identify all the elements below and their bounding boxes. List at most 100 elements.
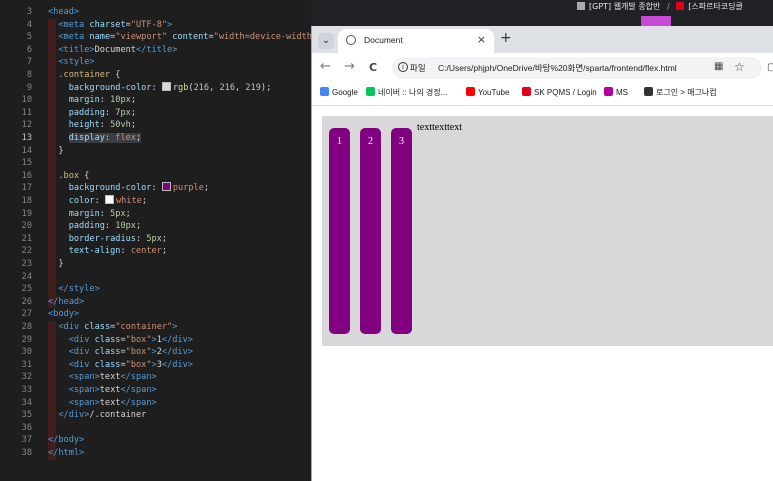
bookmark-item[interactable]: MS <box>604 87 628 97</box>
address-bar[interactable]: i 파일 C:/Users/phjph/OneDrive/바탕%20화면/spa… <box>392 57 762 79</box>
bookmark-label: MS <box>616 88 628 97</box>
code-text[interactable]: <div class="box">3</div> <box>48 359 193 372</box>
reload-button[interactable]: C <box>369 61 377 74</box>
code-text[interactable]: </html> <box>48 447 84 460</box>
code-line[interactable]: 25 </style> <box>0 283 311 296</box>
code-line[interactable]: 22 text-align: center; <box>0 245 311 258</box>
info-icon[interactable]: i <box>398 62 408 72</box>
code-line[interactable]: 21 border-radius: 5px; <box>0 233 311 246</box>
code-line[interactable]: 37 </body> <box>0 434 311 447</box>
code-line[interactable]: 38 </html> <box>0 447 311 460</box>
code-text[interactable]: <head> <box>48 6 79 19</box>
code-text[interactable]: <meta charset="UTF-8"> <box>48 19 172 32</box>
code-text[interactable]: <meta name="viewport" content="width=dev… <box>48 31 311 44</box>
code-text[interactable]: </div>/.container <box>48 409 146 422</box>
code-editor[interactable]: 3 <head> 4 <meta charset="UTF-8"> 5 <meta n… <box>0 0 311 481</box>
bookmark-item[interactable]: SK PQMS / Login <box>522 87 597 97</box>
bookmark-item[interactable]: Google <box>320 87 358 97</box>
code-line[interactable]: 34 <span>text</span> <box>0 397 311 410</box>
code-line[interactable]: 15 <box>0 157 311 170</box>
tab-document[interactable]: Document × <box>338 29 494 53</box>
url-text[interactable]: C:/Users/phjph/OneDrive/바탕%20화면/sparta/f… <box>438 62 677 74</box>
code-line[interactable]: 31 <div class="box">3</div> <box>0 359 311 372</box>
code-text[interactable]: <span>text</span> <box>48 371 157 384</box>
forward-button[interactable]: → <box>344 59 355 74</box>
code-text[interactable]: </body> <box>48 434 84 447</box>
chevron-down-icon[interactable]: ⌄ <box>318 33 334 49</box>
code-line[interactable]: 3 <head> <box>0 6 311 19</box>
bookmark-item[interactable]: 네이버 :: 나의 경정... <box>366 87 447 98</box>
code-text[interactable]: <span>text</span> <box>48 384 157 397</box>
code-text[interactable]: </head> <box>48 296 84 309</box>
code-text[interactable]: } <box>48 258 63 271</box>
code-text[interactable]: .container { <box>48 69 120 82</box>
line-number: 38 <box>21 448 32 458</box>
code-line[interactable]: 20 padding: 10px; <box>0 220 311 233</box>
code-text[interactable]: margin: 10px; <box>48 94 136 107</box>
code-text[interactable]: <style> <box>48 56 94 69</box>
code-line[interactable]: 8 .container { <box>0 69 311 82</box>
code-text[interactable]: padding: 10px; <box>48 220 141 233</box>
code-line[interactable]: 33 <span>text</span> <box>0 384 311 397</box>
code-line[interactable]: 18 color: white; <box>0 195 311 208</box>
line-number: 9 <box>26 82 32 93</box>
code-text[interactable]: height: 50vh; <box>48 119 136 132</box>
code-text[interactable]: background-color: purple; <box>48 182 209 195</box>
bg-tab-1-label: [GPT] 웹개발 종합반 <box>589 2 661 11</box>
code-line[interactable]: 16 .box { <box>0 170 311 183</box>
code-text[interactable]: background-color: rgb(216, 216, 219); <box>48 81 271 95</box>
code-text[interactable]: .box { <box>48 170 89 183</box>
code-line[interactable]: 24 <box>0 271 311 284</box>
code-line[interactable]: 30 <div class="box">2</div> <box>0 346 311 359</box>
code-text[interactable]: display: flex; <box>48 132 142 145</box>
code-text[interactable]: } <box>48 145 63 158</box>
code-line[interactable]: 19 margin: 5px; <box>0 208 311 221</box>
code-line[interactable]: 28 <div class="container"> <box>0 321 311 334</box>
code-text[interactable]: <div class="box">2</div> <box>48 346 193 359</box>
code-line[interactable]: 10 margin: 10px; <box>0 94 311 107</box>
code-line[interactable]: 7 <style> <box>0 56 311 69</box>
close-icon[interactable]: × <box>477 33 486 46</box>
translate-icon[interactable]: ▦ <box>714 61 723 72</box>
code-text[interactable]: </style> <box>48 283 99 296</box>
star-icon[interactable]: ☆ <box>734 60 745 74</box>
back-button[interactable]: ← <box>320 59 331 74</box>
code-line[interactable]: 32 <span>text</span> <box>0 371 311 384</box>
code-line[interactable]: 5 <meta name="viewport" content="width=d… <box>0 31 311 44</box>
line-number: 31 <box>21 359 32 370</box>
bookmark-item[interactable]: 로그인 > 매그나컴 <box>644 87 717 98</box>
code-line[interactable]: 36 <box>0 422 311 435</box>
code-line[interactable]: 9 background-color: rgb(216, 216, 219); <box>0 81 311 95</box>
code-text[interactable]: text-align: center; <box>48 245 167 258</box>
line-number: 8 <box>26 70 32 80</box>
code-line[interactable]: 35 </div>/.container <box>0 409 311 422</box>
code-line[interactable]: 26 </head> <box>0 296 311 309</box>
code-text[interactable]: <span>text</span> <box>48 397 157 410</box>
code-text[interactable]: <body> <box>48 308 79 321</box>
code-text[interactable]: border-radius: 5px; <box>48 233 167 246</box>
code-text[interactable]: color: white; <box>48 195 147 208</box>
code-line[interactable]: 17 background-color: purple; <box>0 182 311 195</box>
bookmark-item[interactable]: YouTube <box>466 87 509 97</box>
line-number: 20 <box>21 221 32 232</box>
extensions-icon[interactable]: ▢ <box>767 62 773 73</box>
code-line[interactable]: 13 display: flex; <box>0 132 311 145</box>
code-text[interactable]: <div class="box">1</div> <box>48 334 193 347</box>
page-icon <box>577 2 585 10</box>
bg-tab-1[interactable]: [GPT] 웹개발 종합반 / [스파르타코딩클 <box>577 0 743 14</box>
new-tab-button[interactable]: + <box>500 30 512 46</box>
code-text[interactable]: padding: 7px; <box>48 107 136 120</box>
code-text[interactable]: margin: 5px; <box>48 208 131 221</box>
code-line[interactable]: 14 } <box>0 145 311 158</box>
code-text[interactable]: <title>Document</title> <box>48 44 177 57</box>
code-line[interactable]: 4 <meta charset="UTF-8"> <box>0 19 311 32</box>
code-line[interactable]: 11 padding: 7px; <box>0 107 311 120</box>
code-line[interactable]: 23 } <box>0 258 311 271</box>
code-text[interactable]: <div class="container"> <box>48 321 177 334</box>
line-number: 35 <box>21 410 32 421</box>
code-line[interactable]: 12 height: 50vh; <box>0 119 311 132</box>
code-line[interactable]: 29 <div class="box">1</div> <box>0 334 311 347</box>
code-line[interactable]: 6 <title>Document</title> <box>0 44 311 57</box>
line-number: 10 <box>21 95 32 106</box>
code-line[interactable]: 27 <body> <box>0 308 311 321</box>
